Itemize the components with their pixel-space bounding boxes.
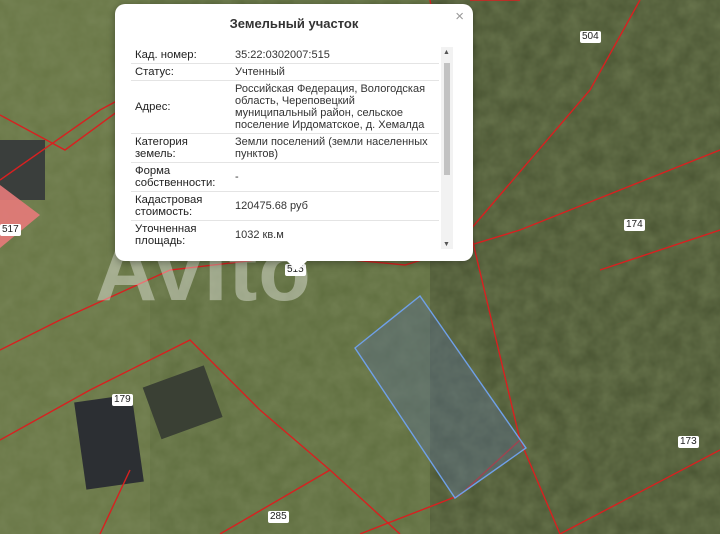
attributes-table: Кад. номер: 35:22:0302007:515 Статус: Учте… [131,47,439,249]
table-row: Статус: Учтенный [131,63,439,81]
row-value: Земли поселений (земли населенных пункто… [231,133,439,163]
popup-title: Земельный участок [229,16,359,31]
parcel-info-popup: Земельный участок × Кад. номер: 35:22:030… [115,4,473,271]
row-value: Учтенный [231,63,439,81]
plot-label[interactable]: 504 [580,31,601,43]
row-label: Категория земель: [131,133,231,163]
row-label: Кад. номер: [131,47,231,64]
table-row: Форма собственности: - [131,162,439,192]
row-value: Российская Федерация, Вологодская област… [231,80,439,134]
plot-label[interactable]: 174 [624,219,645,231]
table-row: Категория земель: Земли поселений (земли … [131,133,439,163]
plot-label[interactable]: 517 [0,224,21,236]
table-row: Уточненная площадь: 1032 кв.м [131,220,439,249]
row-label: Статус: [131,63,231,81]
row-value: 35:22:0302007:515 [231,47,439,64]
plot-label[interactable]: 179 [112,394,133,406]
scroll-down-arrow-icon[interactable]: ▼ [443,241,450,248]
plot-label[interactable]: 173 [678,436,699,448]
row-label: Адрес: [131,80,231,134]
table-row: Кадастровая стоимость: 120475.68 руб [131,191,439,221]
row-label: Форма собственности: [131,162,231,192]
table-row: Кад. номер: 35:22:0302007:515 [131,47,439,64]
row-label: Уточненная площадь: [131,220,231,249]
close-icon[interactable]: × [455,8,464,25]
table-row: Адрес: Российская Федерация, Вологодская … [131,80,439,134]
row-value: 1032 кв.м [231,220,439,249]
plot-label[interactable]: 285 [268,511,289,523]
row-value: 120475.68 руб [231,191,439,221]
scroll-thumb[interactable] [444,63,450,175]
popup-body[interactable]: Кад. номер: 35:22:0302007:515 Статус: Учте… [131,47,453,249]
row-label: Кадастровая стоимость: [131,191,231,221]
scrollbar[interactable]: ▲ ▼ [441,47,453,249]
scroll-up-arrow-icon[interactable]: ▲ [443,49,450,56]
row-value: - [231,162,439,192]
